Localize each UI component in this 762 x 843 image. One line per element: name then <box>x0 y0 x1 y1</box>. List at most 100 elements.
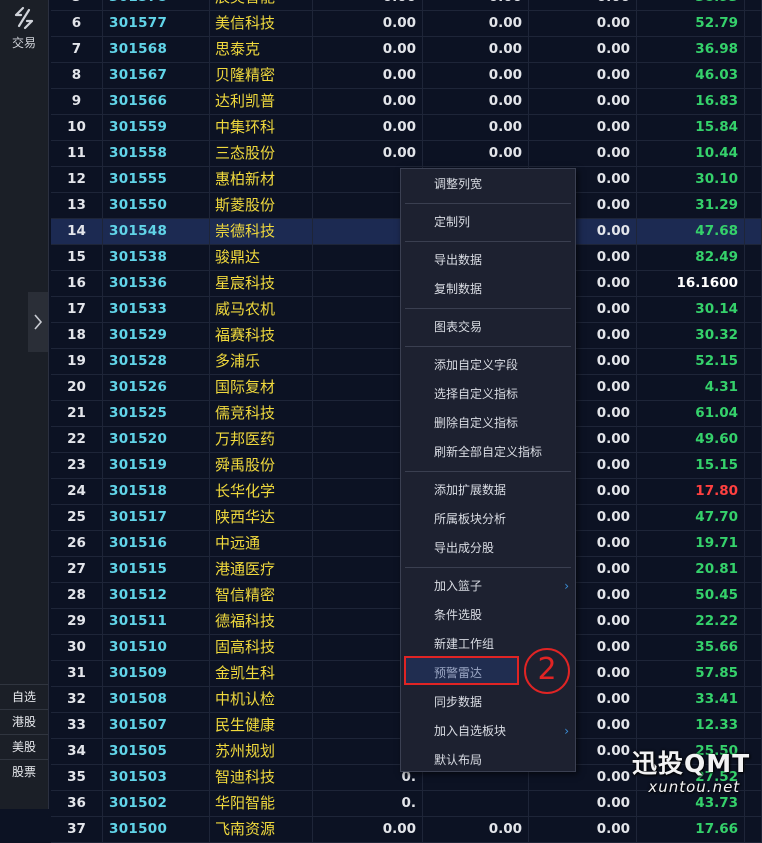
value-cell <box>423 791 529 816</box>
extra-cell <box>745 817 762 842</box>
row-number: 14 <box>51 219 103 244</box>
menu-item[interactable]: 添加扩展数据 <box>401 476 575 504</box>
stock-name: 骏鼎达 <box>210 245 313 270</box>
row-number: 17 <box>51 297 103 322</box>
extra-cell <box>745 323 762 348</box>
stock-code: 301578 <box>103 0 210 10</box>
stock-name: 中集环科 <box>210 115 313 140</box>
menu-item[interactable]: 定制列 <box>401 208 575 236</box>
price-cell: 30.14 <box>637 297 745 322</box>
stock-code: 301559 <box>103 115 210 140</box>
menu-item-label: 新建工作组 <box>434 637 495 651</box>
extra-cell <box>745 245 762 270</box>
trade-button[interactable]: 交易 <box>0 6 48 56</box>
price-cell: 22.22 <box>637 609 745 634</box>
extra-cell <box>745 713 762 738</box>
extra-cell <box>745 583 762 608</box>
extra-cell <box>745 401 762 426</box>
menu-item[interactable]: 复制数据 <box>401 275 575 303</box>
extra-cell <box>745 167 762 192</box>
menu-item[interactable]: 导出成分股 <box>401 534 575 562</box>
menu-item-label: 导出成分股 <box>434 541 495 555</box>
price-cell: 52.79 <box>637 11 745 36</box>
stock-code: 301510 <box>103 635 210 660</box>
stock-code: 301505 <box>103 739 210 764</box>
stock-name: 达利凯普 <box>210 89 313 114</box>
watermark: 迅投QMT xuntou.net <box>632 749 751 797</box>
extra-cell <box>745 115 762 140</box>
menu-item[interactable]: 添加自定义字段 <box>401 351 575 379</box>
nav-us-stocks[interactable]: 美股 <box>0 734 48 759</box>
menu-item[interactable]: 刷新全部自定义指标 <box>401 438 575 466</box>
value-cell: 0. <box>313 791 423 816</box>
menu-item[interactable]: 加入篮子 › <box>401 572 575 600</box>
value-cell: 0.00 <box>423 141 529 166</box>
stock-name: 陕西华达 <box>210 505 313 530</box>
menu-separator <box>405 346 571 347</box>
table-row[interactable]: 5301578辰奕智能0.000.000.0038.93 <box>51 0 762 11</box>
menu-item-label: 添加自定义字段 <box>434 358 519 372</box>
nav-watchlist[interactable]: 自选 <box>0 684 48 709</box>
table-row[interactable]: 9 301566 达利凯普 0.00 0.00 0.00 16.83 <box>51 89 762 115</box>
extra-cell <box>745 635 762 660</box>
row-number: 12 <box>51 167 103 192</box>
menu-item[interactable]: 删除自定义指标 <box>401 409 575 437</box>
stock-code: 301555 <box>103 167 210 192</box>
nav-hk-stocks[interactable]: 港股 <box>0 709 48 734</box>
stock-code: 301529 <box>103 323 210 348</box>
table-row[interactable]: 10 301559 中集环科 0.00 0.00 0.00 15.84 <box>51 115 762 141</box>
price-cell: 47.70 <box>637 505 745 530</box>
table-row[interactable]: 6 301577 美信科技 0.00 0.00 0.00 52.79 <box>51 11 762 37</box>
stock-name: 德福科技 <box>210 609 313 634</box>
extra-cell <box>745 63 762 88</box>
value-cell: 0.00 <box>529 63 637 88</box>
stock-code: 301500 <box>103 817 210 842</box>
menu-item[interactable]: 调整列宽 <box>401 170 575 198</box>
stock-name: 固高科技 <box>210 635 313 660</box>
menu-item[interactable]: 条件选股 <box>401 601 575 629</box>
price-cell: 50.45 <box>637 583 745 608</box>
extra-cell <box>745 505 762 530</box>
row-number: 9 <box>51 89 103 114</box>
table-row[interactable]: 8 301567 贝隆精密 0.00 0.00 0.00 46.03 <box>51 63 762 89</box>
stock-name: 智迪科技 <box>210 765 313 790</box>
menu-item[interactable]: 所属板块分析 <box>401 505 575 533</box>
price-cell: 19.71 <box>637 531 745 556</box>
value-cell: 0.00 <box>313 0 423 10</box>
stock-name: 美信科技 <box>210 11 313 36</box>
stock-name: 港通医疗 <box>210 557 313 582</box>
price-cell: 17.80 <box>637 479 745 504</box>
table-row[interactable]: 7 301568 思泰克 0.00 0.00 0.00 36.98 <box>51 37 762 63</box>
nav-stocks[interactable]: 股票 <box>0 759 48 784</box>
table-row[interactable]: 11 301558 三态股份 0.00 0.00 0.00 10.44 <box>51 141 762 167</box>
price-cell: 30.10 <box>637 167 745 192</box>
table-row[interactable]: 37 301500 飞南资源 0.00 0.00 0.00 17.66 <box>51 817 762 843</box>
stock-code: 301502 <box>103 791 210 816</box>
stock-name: 崇德科技 <box>210 219 313 244</box>
menu-item[interactable]: 加入自选板块 › <box>401 717 575 745</box>
extra-cell <box>745 557 762 582</box>
extra-cell <box>745 609 762 634</box>
stock-code: 301548 <box>103 219 210 244</box>
menu-item[interactable]: 导出数据 <box>401 246 575 274</box>
stock-name: 国际复材 <box>210 375 313 400</box>
watermark-brand: 迅投QMT <box>632 749 751 778</box>
menu-separator <box>405 241 571 242</box>
trade-icon <box>14 6 34 30</box>
row-number: 29 <box>51 609 103 634</box>
menu-item[interactable]: 默认布局 <box>401 746 575 774</box>
stock-name: 斯菱股份 <box>210 193 313 218</box>
menu-item[interactable]: 图表交易 <box>401 313 575 341</box>
value-cell: 0.00 <box>423 115 529 140</box>
menu-item[interactable]: 选择自定义指标 <box>401 380 575 408</box>
stock-name: 思泰克 <box>210 37 313 62</box>
value-cell: 0.00 <box>423 11 529 36</box>
stock-code: 301550 <box>103 193 210 218</box>
stock-code: 301508 <box>103 687 210 712</box>
expand-panel-button[interactable] <box>28 292 48 352</box>
value-cell: 0.00 <box>529 791 637 816</box>
stock-code: 301538 <box>103 245 210 270</box>
value-cell: 0.00 <box>529 37 637 62</box>
value-cell: 0.00 <box>423 817 529 842</box>
value-cell: 0.00 <box>313 817 423 842</box>
